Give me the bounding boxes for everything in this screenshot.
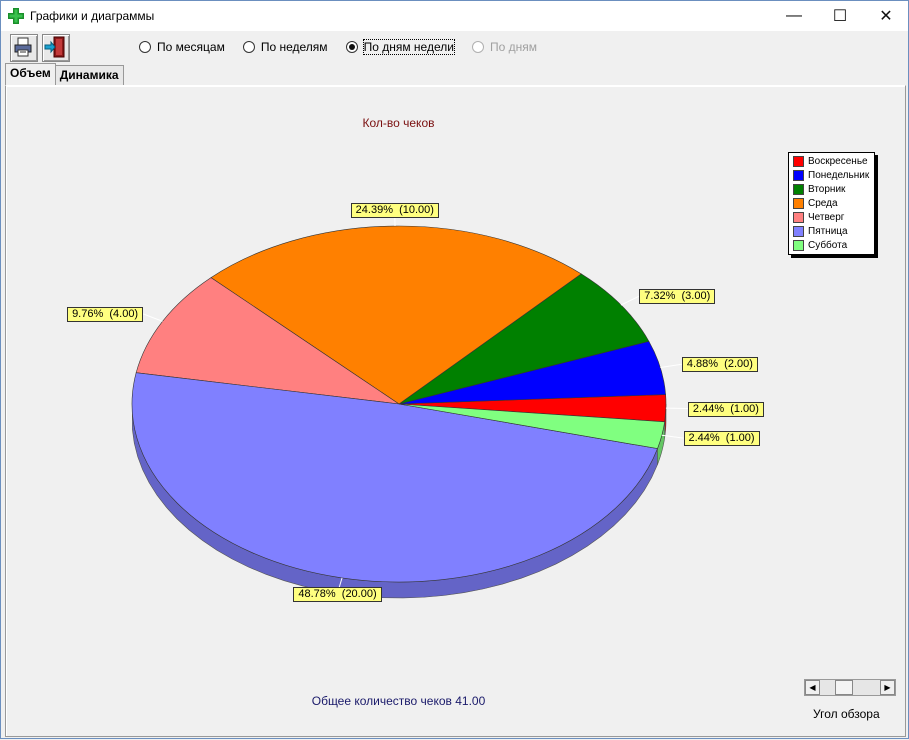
- total-count-text: Общее количество чеков 41.00: [1, 694, 796, 708]
- legend-label: Понедельник: [808, 170, 869, 181]
- legend-swatch: [793, 240, 804, 251]
- data-label-0: 2.44% (1.00): [688, 402, 764, 417]
- legend-item: Пятница: [793, 225, 848, 238]
- legend-label: Суббота: [808, 240, 847, 251]
- data-label-6: 2.44% (1.00): [684, 431, 760, 446]
- legend-item: Воскресенье: [793, 155, 868, 168]
- legend-label: Среда: [808, 198, 838, 209]
- view-angle-label: Угол обзора: [813, 707, 880, 721]
- legend-label: Пятница: [808, 226, 848, 237]
- legend-item: Понедельник: [793, 169, 869, 182]
- legend-item: Суббота: [793, 239, 847, 252]
- legend-swatch: [793, 198, 804, 209]
- legend-swatch: [793, 156, 804, 167]
- data-label-1: 4.88% (2.00): [682, 357, 758, 372]
- data-label-4: 9.76% (4.00): [67, 307, 143, 322]
- scroll-left-button[interactable]: ◀: [805, 680, 820, 695]
- data-label-leader-1: [660, 364, 682, 367]
- legend-item: Четверг: [793, 211, 844, 224]
- legend-swatch: [793, 212, 804, 223]
- data-label-leader-2: [621, 296, 639, 305]
- legend-item: Среда: [793, 197, 838, 210]
- data-label-3: 24.39% (10.00): [351, 203, 439, 218]
- chart-legend: Воскресенье Понедельник Вторник Среда Четвер…: [788, 152, 875, 255]
- scroll-thumb[interactable]: [835, 680, 853, 695]
- data-label-leader-4: [143, 314, 162, 321]
- legend-swatch: [793, 226, 804, 237]
- pie-chart: [1, 1, 909, 740]
- view-angle-scrollbar[interactable]: ◀ ▶: [804, 679, 896, 696]
- legend-label: Четверг: [808, 212, 844, 223]
- arrow-right-icon: ▶: [884, 683, 890, 692]
- legend-swatch: [793, 170, 804, 181]
- legend-swatch: [793, 184, 804, 195]
- app-window: Графики и диаграммы — ☐ ✕ По месяцам: [0, 0, 909, 739]
- legend-item: Вторник: [793, 183, 845, 196]
- legend-label: Вторник: [808, 184, 845, 195]
- arrow-left-icon: ◀: [809, 683, 815, 692]
- scroll-right-button[interactable]: ▶: [880, 680, 895, 695]
- data-label-2: 7.32% (3.00): [639, 289, 715, 304]
- legend-label: Воскресенье: [808, 156, 868, 167]
- data-label-5: 48.78% (20.00): [293, 587, 381, 602]
